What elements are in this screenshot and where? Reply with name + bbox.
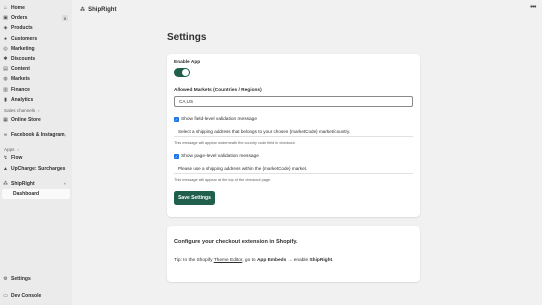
sidebar-item-customers[interactable]: ● Customers <box>0 34 72 44</box>
sidebar-app-flow[interactable]: ↯ Flow <box>0 153 72 163</box>
field-validation-message-input[interactable]: Select a shipping address that belongs t… <box>174 126 413 137</box>
checkbox-checked-icon[interactable]: ✓ <box>174 117 179 122</box>
sidebar-item-label: Discounts <box>11 56 36 63</box>
sidebar: ⌂ Home ▣ Orders 5 ◈ Products ● Customers ◎ Marketi… <box>0 0 72 305</box>
settings-card: Enable App Allowed Markets (Countries / … <box>167 54 420 217</box>
sidebar-item-discounts[interactable]: ✱ Discounts <box>0 54 72 64</box>
page-validation-help: This message will appear at the top of t… <box>174 178 272 182</box>
sidebar-nav: ⌂ Home ▣ Orders 5 ◈ Products ● Customers ◎ Marketi… <box>0 3 72 105</box>
more-actions-icon[interactable]: ••• <box>530 4 536 11</box>
sidebar-item-markets[interactable]: ◍ Markets <box>0 74 72 84</box>
sidebar-item-label: Finance <box>11 86 30 93</box>
marketing-icon: ◎ <box>3 45 8 52</box>
customers-icon: ● <box>3 35 8 42</box>
allowed-markets-label: Allowed Markets (Countries / Regions) <box>174 88 262 93</box>
shipright-icon: ⁂ <box>80 7 86 13</box>
app-header: ⁂ ShipRight ••• <box>72 0 542 20</box>
sidebar-item-label: Content <box>11 66 30 73</box>
sidebar-app-label: UpCharge: Surcharges <box>11 165 66 172</box>
sidebar-item-facebook-instagram[interactable]: ∞ Facebook & Instagram › <box>0 130 72 140</box>
upcharge-icon: ▲ <box>3 165 8 172</box>
sidebar-item-label: Products <box>11 25 33 32</box>
page-title: Settings <box>167 32 207 43</box>
apps-label: Apps › <box>4 146 19 152</box>
flow-icon: ↯ <box>3 155 8 162</box>
theme-editor-link[interactable]: Theme Editor <box>214 258 243 263</box>
sidebar-item-label: Orders <box>11 15 28 22</box>
chevron-up-icon: ˄ <box>63 181 66 187</box>
sidebar-item-shipright[interactable]: ⁂ ShipRight ˄ <box>0 179 72 189</box>
sidebar-item-dev-console[interactable]: ▭ Dev Console <box>0 291 72 301</box>
discounts-icon: ✱ <box>3 56 8 63</box>
markets-icon: ◍ <box>3 76 8 83</box>
app-name: ShipRight <box>88 7 117 13</box>
code-icon: ▭ <box>3 293 8 300</box>
field-validation-help: This message will appear underneath the … <box>174 141 296 145</box>
save-settings-button[interactable]: Save Settings <box>174 191 215 205</box>
toggle-knob <box>182 69 189 76</box>
page-validation-message-input[interactable]: Please use a shipping address within the… <box>174 163 413 174</box>
enable-app-label: Enable App <box>174 60 201 65</box>
sidebar-item-label: Customers <box>11 35 38 42</box>
orders-icon: ▣ <box>3 15 8 22</box>
sidebar-item-finance[interactable]: ▥ Finance <box>0 85 72 95</box>
sidebar-item-products[interactable]: ◈ Products <box>0 23 72 33</box>
extension-card: Configure your checkout extension in Sho… <box>167 226 420 282</box>
home-icon: ⌂ <box>3 5 8 12</box>
field-validation-checkbox-row[interactable]: ✓ Show field-level validation message <box>174 117 257 122</box>
sidebar-item-online-store[interactable]: ▦ Online Store <box>0 115 72 125</box>
orders-count-badge: 5 <box>62 15 68 22</box>
sidebar-item-marketing[interactable]: ◎ Marketing <box>0 44 72 54</box>
main-content: Settings Enable App Allowed Markets (Cou… <box>72 20 542 305</box>
products-icon: ◈ <box>3 25 8 32</box>
sidebar-item-content[interactable]: ▤ Content <box>0 64 72 74</box>
sidebar-item-label: Home <box>11 5 25 12</box>
sidebar-item-home[interactable]: ⌂ Home <box>0 3 72 13</box>
sidebar-item-label: Marketing <box>11 45 35 52</box>
extension-tip: Tip: In the Shopify Theme Editor, go to … <box>174 258 334 263</box>
shipright-icon: ⁂ <box>3 180 8 187</box>
sidebar-item-settings[interactable]: ⚙ Settings <box>0 274 72 284</box>
sidebar-item-label: Analytics <box>11 96 34 103</box>
sidebar-item-analytics[interactable]: ▮ Analytics <box>0 95 72 105</box>
chevron-right-icon: › <box>38 108 40 114</box>
finance-icon: ▥ <box>3 86 8 93</box>
page-validation-checkbox-row[interactable]: ✓ Show page-level validation message <box>174 154 259 159</box>
sidebar-app-label: Flow <box>11 155 23 162</box>
content-icon: ▤ <box>3 66 8 73</box>
sidebar-item-orders[interactable]: ▣ Orders 5 <box>0 13 72 23</box>
sidebar-item-label: Markets <box>11 76 30 83</box>
gear-icon: ⚙ <box>3 276 8 283</box>
sidebar-item-dashboard[interactable]: Dashboard <box>2 188 70 199</box>
analytics-icon: ▮ <box>4 96 7 103</box>
allowed-markets-input[interactable]: CA,US <box>174 96 413 107</box>
checkbox-checked-icon[interactable]: ✓ <box>174 154 179 159</box>
sales-channels-label: Sales channels › <box>4 108 40 114</box>
enable-app-toggle[interactable] <box>174 68 190 77</box>
chevron-right-icon: › <box>17 146 19 152</box>
meta-icon: ∞ <box>3 132 8 139</box>
extension-card-title: Configure your checkout extension in Sho… <box>174 239 298 245</box>
chevron-right-icon: › <box>64 132 66 138</box>
apps-list: ↯ Flow ▲ UpCharge: Surcharges <box>0 153 72 173</box>
online-store-icon: ▦ <box>3 116 8 123</box>
sidebar-app-upcharge-surcharges[interactable]: ▲ UpCharge: Surcharges <box>0 163 72 173</box>
